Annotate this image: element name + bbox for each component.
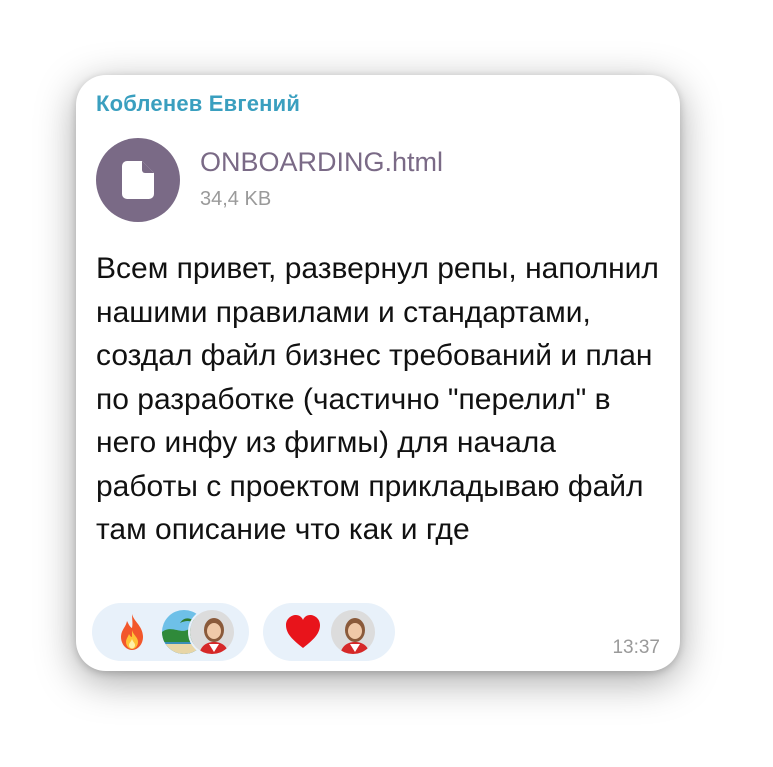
- reaction-heart[interactable]: [263, 603, 395, 661]
- file-size: 34,4 KB: [200, 188, 272, 210]
- user-avatar: [329, 608, 377, 656]
- message-bubble[interactable]: Кобленев Евгений ONBOARDING.html 34,4 KB…: [76, 75, 680, 671]
- heart-icon: [286, 615, 320, 648]
- fire-icon: [121, 614, 143, 650]
- sender-name[interactable]: Кобленев Евгений: [96, 91, 300, 117]
- message-timestamp: 13:37: [612, 637, 660, 658]
- user-avatar: [188, 608, 236, 656]
- message-text: Всем привет, развернул репы, наполнил на…: [96, 252, 659, 546]
- file-download-button[interactable]: [96, 138, 180, 222]
- file-name[interactable]: ONBOARDING.html: [200, 147, 443, 178]
- document-icon: [122, 161, 154, 199]
- reaction-fire[interactable]: [92, 603, 249, 661]
